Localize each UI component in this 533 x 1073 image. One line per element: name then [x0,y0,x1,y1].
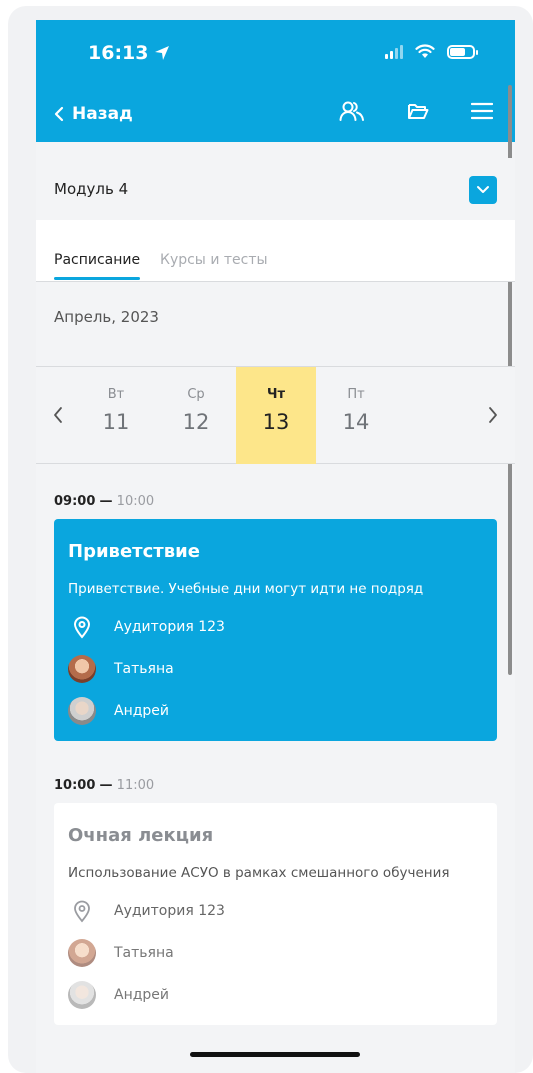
phone-screen: 16:13 Назад Модуль 4 Расписание Курсы и … [36,20,515,1073]
day-friday[interactable]: Пт 14 [316,367,396,464]
avatar [68,939,96,967]
location-text: Аудитория 123 [114,903,225,919]
folder-icon[interactable] [407,102,429,120]
module-dropdown-button[interactable] [469,176,497,204]
prev-days-button[interactable] [48,403,68,427]
status-indicators [385,44,478,59]
event-start: 09:00 [54,494,96,509]
status-time-text: 16:13 [88,42,149,64]
day-date: 12 [182,410,210,434]
event-time: 10:00 — 11:00 [54,778,155,793]
header-actions [339,100,493,122]
day-date: 13 [262,410,290,434]
day-date: 11 [102,410,130,434]
event-location: Аудитория 123 [68,899,225,923]
location-pin-icon [74,900,90,923]
tab-courses-tests[interactable]: Курсы и тесты [160,252,268,268]
event-participant: Андрей [68,697,169,725]
module-selector[interactable]: Модуль 4 [36,158,515,220]
avatar [68,981,96,1009]
participant-name: Андрей [114,987,170,1003]
location-pin-icon [73,616,91,639]
participant-name: Андрей [114,703,170,719]
event-title: Приветствие [68,541,200,562]
event-end: 11:00 [116,778,155,793]
day-tuesday[interactable]: Вт 11 [76,367,156,464]
day-date: 14 [342,410,370,434]
day-name: Чт [266,387,286,402]
day-wednesday[interactable]: Ср 12 [156,367,236,464]
event-card[interactable]: Приветствие Приветствие. Учебные дни мог… [54,519,497,741]
event-title: Очная лекция [68,825,214,846]
menu-icon[interactable] [471,102,493,120]
day-thursday[interactable]: Чт 13 [236,367,316,464]
top-bar: 16:13 Назад [36,20,515,142]
next-days-button[interactable] [483,403,503,427]
location-text: Аудитория 123 [114,619,225,635]
day-name: Пт [347,387,365,402]
participant-name: Татьяна [114,661,174,677]
event-description: Использование АСУО в рамках смешанного о… [68,865,450,881]
avatar [68,697,96,725]
chevron-right-icon [489,407,497,423]
users-icon[interactable] [339,100,365,122]
event-participant: Андрей [68,981,169,1009]
status-time: 16:13 [88,42,170,64]
back-label: Назад [72,104,133,124]
tab-schedule[interactable]: Расписание [54,252,141,280]
event-card[interactable]: Очная лекция Использование АСУО в рамках… [54,803,497,1025]
tab-bar: Расписание Курсы и тесты [36,220,515,282]
participant-name: Татьяна [114,945,174,961]
module-label: Модуль 4 [54,180,129,198]
back-button[interactable]: Назад [54,104,133,124]
chevron-left-icon [54,407,62,423]
day-name: Вт [107,387,125,402]
event-time: 09:00 — 10:00 [54,494,155,509]
event-end: 10:00 [116,494,155,509]
day-picker: Вт 11 Ср 12 Чт 13 Пт 14 [36,366,515,464]
battery-icon [447,44,478,59]
event-participant: Татьяна [68,655,174,683]
month-label: Апрель, 2023 [54,308,159,326]
event-location: Аудитория 123 [68,615,225,639]
chevron-down-icon [477,186,489,193]
home-indicator [190,1052,360,1057]
chevron-left-icon [54,106,64,122]
event-start: 10:00 [54,778,96,793]
screenshot-frame: 16:13 Назад Модуль 4 Расписание Курсы и … [8,6,533,1073]
cellular-signal-icon [385,44,403,59]
day-name: Ср [187,387,205,402]
event-participant: Татьяна [68,939,174,967]
wifi-icon [415,44,435,58]
avatar [68,655,96,683]
location-arrow-icon [155,46,170,60]
event-description: Приветствие. Учебные дни могут идти не п… [68,581,424,597]
